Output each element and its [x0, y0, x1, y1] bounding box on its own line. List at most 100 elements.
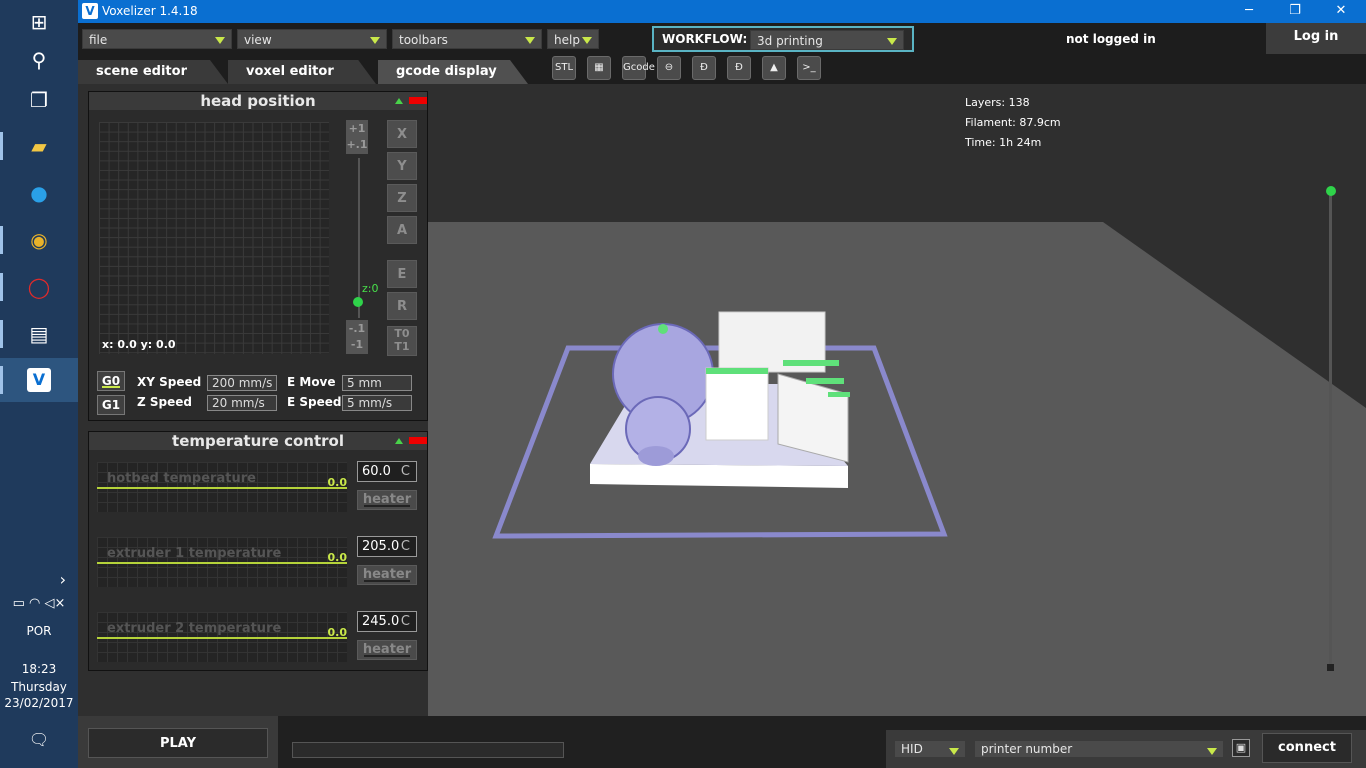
windows-taskbar: ⊞ ⚲ ❐ ▰ ● ◉ ◯ ▤ V › ▭ ◠ ◁× POR 18:23 Thu…	[0, 0, 78, 768]
z-speed-input[interactable]: 20 mm/s	[207, 395, 277, 411]
voxelizer-window: V Voxelizer 1.4.18 ─ ❐ ✕ file view toolb…	[78, 0, 1366, 768]
extruder1-target-input[interactable]: 205.0 C	[357, 536, 417, 557]
prism-icon[interactable]: ▲	[762, 56, 786, 80]
save-icon[interactable]: ▣	[1232, 739, 1250, 757]
chevron-down-icon	[525, 37, 535, 44]
hotbed-heater-button[interactable]: heater	[357, 490, 417, 510]
taskbar-chrome[interactable]: ◉	[0, 218, 78, 262]
task-view-button[interactable]: ❐	[0, 78, 78, 122]
stl-import-icon[interactable]: STL	[552, 56, 576, 80]
toolbars-menu-label: toolbars	[399, 33, 448, 47]
clock-date: 23/02/2017	[4, 696, 74, 710]
taskbar-app-blue[interactable]: ●	[0, 171, 78, 215]
xy-position-grid[interactable]	[99, 122, 329, 354]
layer-slider-handle[interactable]	[1326, 186, 1336, 196]
printer-number-dropdown[interactable]: printer number	[974, 740, 1224, 758]
tool-select-button[interactable]: T0 T1	[387, 326, 417, 356]
chevron-down-icon	[1207, 748, 1217, 755]
extruder1-target-value: 205.0	[362, 539, 400, 554]
minimize-button[interactable]: ─	[1226, 0, 1272, 23]
temperature-control-panel: temperature control hotbed temperature 0…	[88, 431, 428, 671]
taskbar-app-files[interactable]: ▤	[0, 312, 78, 356]
hotbed-temperature-label: hotbed temperature	[107, 471, 256, 486]
home-z-button[interactable]: Z	[387, 184, 417, 212]
layer-slider-track[interactable]	[1329, 190, 1332, 666]
app-logo-icon: V	[82, 3, 98, 19]
workflow-dropdown[interactable]: 3d printing	[750, 30, 904, 50]
extrude-button[interactable]: E	[387, 260, 417, 288]
close-panel-icon[interactable]	[409, 97, 427, 104]
home-y-button[interactable]: Y	[387, 152, 417, 180]
extruder1-heater-button[interactable]: heater	[357, 565, 417, 585]
chevron-down-icon	[582, 37, 592, 44]
e-speed-input[interactable]: 5 mm/s	[342, 395, 412, 411]
connect-button[interactable]: connect	[1262, 733, 1352, 763]
extruder1-temperature-label: extruder 1 temperature	[107, 546, 282, 561]
taskbar-search-button[interactable]: ⚲	[0, 38, 78, 82]
extruder2-target-input[interactable]: 245.0 C	[357, 611, 417, 632]
toolbars-menu[interactable]: toolbars	[392, 29, 542, 49]
e-move-input[interactable]: 5 mm	[342, 375, 412, 391]
extruder2-heater-button[interactable]: heater	[357, 640, 417, 660]
print-alt-icon[interactable]: Ð	[727, 56, 751, 80]
gcode-folder-icon[interactable]: Gcode	[622, 56, 655, 80]
file-menu[interactable]: file	[82, 29, 232, 49]
tab-gcode-display[interactable]: gcode display	[378, 60, 528, 84]
port-type-value: HID	[901, 742, 923, 756]
stats-time: Time: 1h 24m	[965, 136, 1042, 149]
voxelizer-app-icon: V	[27, 368, 51, 392]
close-panel-icon[interactable]	[409, 437, 427, 444]
z-slider-handle[interactable]	[353, 297, 363, 307]
z-down-1-button[interactable]: -1	[346, 336, 368, 354]
collapse-icon[interactable]	[395, 438, 403, 444]
hotbed-target-input[interactable]: 60.0 C	[357, 461, 417, 482]
clock-time[interactable]: 18:23	[0, 662, 78, 676]
tab-bar: scene editor voxel editor gcode display	[78, 54, 1366, 84]
workflow-value: 3d printing	[757, 34, 823, 48]
file-menu-label: file	[89, 33, 108, 47]
tab-voxel-editor[interactable]: voxel editor	[228, 60, 376, 84]
tab-scene-editor[interactable]: scene editor	[78, 60, 228, 84]
play-button[interactable]: PLAY	[88, 728, 268, 758]
restore-button[interactable]: ❐	[1272, 0, 1318, 23]
language-indicator[interactable]: POR	[0, 624, 78, 638]
print-icon[interactable]: Ð	[692, 56, 716, 80]
help-menu[interactable]: help	[547, 29, 599, 49]
port-type-dropdown[interactable]: HID	[894, 740, 966, 758]
z-up-01-button[interactable]: +.1	[346, 136, 368, 154]
z-slider-track[interactable]	[358, 158, 360, 318]
hotbed-target-value: 60.0	[362, 464, 391, 479]
retract-button[interactable]: R	[387, 292, 417, 320]
xy-speed-input[interactable]: 200 mm/s	[207, 375, 277, 391]
g0-button[interactable]: G0	[97, 371, 125, 391]
clock-day: Thursday	[11, 680, 67, 694]
task-view-icon: ❐	[30, 88, 48, 112]
checker-icon[interactable]: ▦	[587, 56, 611, 80]
tool-1-label: T1	[394, 340, 410, 353]
window-title: Voxelizer 1.4.18	[102, 4, 198, 18]
document-stack-icon: ▤	[29, 322, 49, 346]
hotbed-current-temp: 0.0	[327, 476, 348, 489]
chevron-down-icon	[949, 748, 959, 755]
taskbar-file-explorer[interactable]: ▰	[0, 124, 78, 168]
xy-speed-label: XY Speed	[137, 375, 202, 389]
login-button[interactable]: Log in	[1266, 23, 1366, 54]
xy-readout: x: 0.0 y: 0.0	[102, 338, 176, 351]
notification-icon[interactable]: 🗨	[0, 730, 78, 749]
chevron-right-icon[interactable]: ›	[0, 570, 78, 589]
view-menu[interactable]: view	[237, 29, 387, 49]
taskbar-voxelizer[interactable]: V	[0, 358, 78, 402]
home-all-button[interactable]: A	[387, 216, 417, 244]
home-x-button[interactable]: X	[387, 120, 417, 148]
close-button[interactable]: ✕	[1318, 0, 1364, 23]
connection-area: HID printer number ▣ connect	[886, 730, 1366, 768]
play-area: PLAY	[78, 716, 278, 768]
console-icon[interactable]: >_	[797, 56, 821, 80]
tray-network-volume-icons[interactable]: ▭ ◠ ◁×	[0, 596, 78, 611]
taskbar-opera[interactable]: ◯	[0, 265, 78, 309]
collapse-icon[interactable]	[395, 98, 403, 104]
folder-icon: ▰	[31, 134, 47, 158]
nozzle-icon[interactable]: ⊖	[657, 56, 681, 80]
unit-label: C	[400, 464, 410, 479]
g1-button[interactable]: G1	[97, 395, 125, 415]
